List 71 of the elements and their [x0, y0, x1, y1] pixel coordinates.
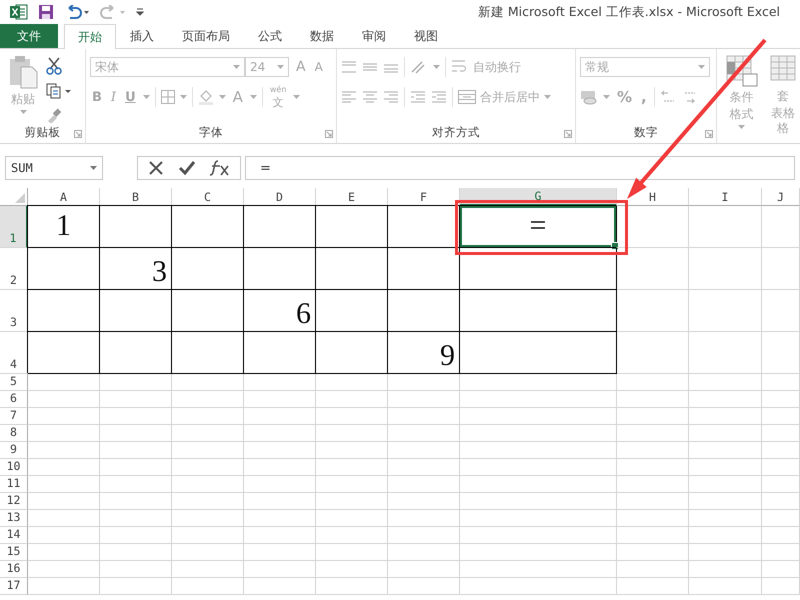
caret-icon — [20, 110, 26, 114]
sheet-cell[interactable]: 9 — [388, 332, 460, 374]
close-icon[interactable] — [148, 160, 164, 176]
caret-icon — [544, 95, 551, 99]
sheet-cell[interactable]: 3 — [100, 248, 172, 290]
ribbon-tab[interactable]: 视图 — [400, 24, 452, 48]
column-header[interactable]: I — [689, 188, 762, 206]
row-header[interactable]: 9 — [0, 442, 28, 459]
sheet-cell[interactable]: 6 — [244, 290, 316, 332]
redo-icon[interactable] — [100, 5, 126, 19]
select-all-corner-icon[interactable] — [15, 193, 25, 203]
row-header[interactable]: 6 — [0, 391, 28, 408]
row-header[interactable]: 10 — [0, 459, 28, 476]
sheet-cell[interactable] — [28, 332, 100, 374]
row-header[interactable]: 17 — [0, 578, 28, 595]
caret-icon — [233, 65, 240, 69]
row-header[interactable]: 4 — [0, 332, 28, 374]
check-icon[interactable] — [178, 160, 196, 176]
save-icon[interactable] — [38, 4, 54, 20]
ribbon-tab[interactable]: 公式 — [244, 24, 296, 48]
row-header[interactable]: 1 — [0, 206, 28, 248]
row-header[interactable]: 11 — [0, 476, 28, 493]
caret-icon — [293, 95, 300, 99]
sheet-cell[interactable] — [460, 332, 617, 374]
window-title: 新建 Microsoft Excel 工作表.xlsx - Microsoft Excel — [478, 4, 780, 20]
column-header[interactable]: J — [762, 188, 800, 206]
caret-icon — [90, 166, 97, 170]
caret-icon — [180, 95, 187, 99]
file-menu-button[interactable]: 文件 — [0, 24, 58, 48]
clipboard-icon — [8, 55, 38, 89]
row-header[interactable]: 12 — [0, 493, 28, 510]
ribbon-tab[interactable]: 开始 — [64, 24, 116, 49]
wrap-text-icon — [451, 60, 469, 74]
ribbon-tab[interactable]: 数据 — [296, 24, 348, 48]
caret-icon — [603, 95, 610, 99]
caret-icon — [277, 65, 284, 69]
formula-field[interactable]: = — [245, 156, 795, 180]
group-label: 剪贴板 — [24, 125, 62, 141]
sheet-cell[interactable]: = — [460, 206, 617, 248]
name-box[interactable]: SUM — [5, 156, 103, 180]
ribbon-tab[interactable]: 插入 — [116, 24, 168, 48]
row-header[interactable]: 14 — [0, 527, 28, 544]
ribbon-tab[interactable]: 页面布局 — [168, 24, 244, 48]
row-header[interactable]: 7 — [0, 408, 28, 425]
group-label: 对齐方式 — [431, 125, 481, 141]
sheet-cell[interactable]: 1 — [28, 206, 100, 248]
column-header[interactable]: D — [244, 188, 316, 206]
row-header[interactable]: 15 — [0, 544, 28, 561]
row-header[interactable]: 5 — [0, 374, 28, 391]
group-label: 数字 — [633, 125, 659, 141]
row-header[interactable]: 2 — [0, 248, 28, 290]
customize-toolbar-icon[interactable] — [136, 8, 144, 16]
ribbon-tab[interactable]: 审阅 — [348, 24, 400, 48]
column-header[interactable]: E — [316, 188, 388, 206]
caret-icon — [433, 65, 440, 69]
caret-icon — [218, 95, 226, 99]
row-header[interactable]: 3 — [0, 290, 28, 332]
function-icon[interactable] — [210, 160, 230, 176]
column-header[interactable]: B — [100, 188, 172, 206]
row-header[interactable]: 13 — [0, 510, 28, 527]
column-header[interactable]: A — [28, 188, 100, 206]
caret-icon — [250, 95, 257, 99]
caret-icon — [142, 95, 150, 99]
row-header[interactable]: 8 — [0, 425, 28, 442]
caret-icon — [698, 65, 705, 69]
merge-cells-icon — [458, 90, 476, 104]
row-header[interactable]: 16 — [0, 561, 28, 578]
caret-icon — [738, 125, 745, 129]
spreadsheet-app-icon — [10, 4, 28, 20]
group-label: 字体 — [198, 125, 224, 141]
column-header[interactable]: C — [172, 188, 244, 206]
